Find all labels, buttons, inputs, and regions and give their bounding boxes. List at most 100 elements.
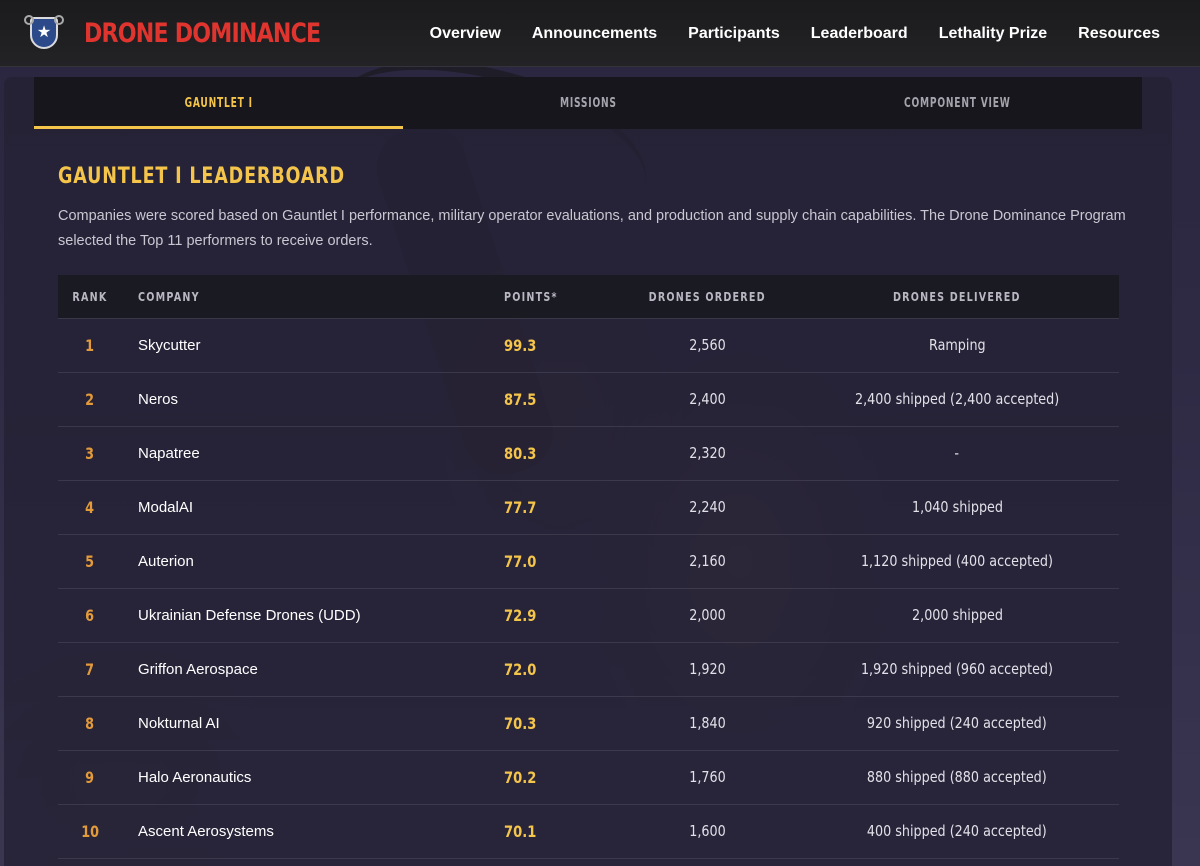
drones-ordered-cell: 2,560 xyxy=(620,336,795,355)
drones-delivered-value: 880 shipped (880 accepted) xyxy=(867,768,1047,786)
column-header-drones-delivered[interactable]: DRONES DELIVERED xyxy=(795,290,1119,304)
propeller-icon xyxy=(54,15,64,25)
logo[interactable]: ★ xyxy=(24,13,64,53)
drones-delivered-cell: 2,400 shipped (2,400 accepted) xyxy=(795,390,1119,409)
drones-ordered-cell: 1,920 xyxy=(620,660,795,679)
rank-value: 3 xyxy=(85,443,95,463)
points-value: 87.5 xyxy=(504,389,537,409)
company-cell: Napatree xyxy=(122,445,490,463)
company-name: Halo Aeronautics xyxy=(138,768,252,786)
points-value: 72.0 xyxy=(504,659,537,679)
drones-ordered-cell: 2,400 xyxy=(620,390,795,409)
drones-delivered-value: Ramping xyxy=(928,336,986,354)
drones-delivered-value: 1,040 shipped xyxy=(911,498,1003,516)
nav-leaderboard[interactable]: Leaderboard xyxy=(811,25,908,43)
nav-overview[interactable]: Overview xyxy=(430,25,501,43)
table-row[interactable]: 5 Auterion 77.0 2,160 1,120 shipped (400 acc… xyxy=(58,535,1119,589)
drones-delivered-cell: 880 shipped (880 accepted) xyxy=(795,768,1119,787)
drones-ordered-cell: 2,240 xyxy=(620,498,795,517)
rank-cell: 3 xyxy=(58,444,122,464)
company-cell: Neros xyxy=(122,391,490,409)
column-header-drones-ordered[interactable]: DRONES ORDERED xyxy=(620,290,795,304)
page-title: GAUNTLET I LEADERBOARD xyxy=(58,164,345,189)
points-value: 99.3 xyxy=(504,335,537,355)
table-row[interactable]: 6 Ukrainian Defense Drones (UDD) 72.9 2,000… xyxy=(58,589,1119,643)
drones-ordered-value: 1,760 xyxy=(689,768,726,786)
drones-ordered-value: 2,400 xyxy=(689,390,726,408)
tab-missions[interactable]: MISSIONS xyxy=(403,77,772,129)
tab-gauntlet-i[interactable]: GAUNTLET I xyxy=(34,77,404,129)
rank-cell: 4 xyxy=(58,498,122,518)
rank-value: 5 xyxy=(85,551,95,571)
points-cell: 80.3 xyxy=(490,444,620,464)
drones-ordered-cell: 1,760 xyxy=(620,768,795,787)
nav-participants[interactable]: Participants xyxy=(688,25,780,43)
company-name: Griffon Aerospace xyxy=(138,660,258,678)
table-row[interactable]: 8 Nokturnal AI 70.3 1,840 920 shipped (240 a… xyxy=(58,697,1119,751)
company-name: Neros xyxy=(138,390,179,408)
drones-delivered-value: 2,400 shipped (2,400 accepted) xyxy=(854,390,1060,408)
drones-delivered-cell: 1,040 shipped xyxy=(795,498,1119,517)
table-row[interactable]: 9 Halo Aeronautics 70.2 1,760 880 shipped (8… xyxy=(58,751,1119,805)
drones-delivered-value: 400 shipped (240 accepted) xyxy=(867,822,1047,840)
table-row[interactable]: 2 Neros 87.5 2,400 2,400 shipped (2,400 acce… xyxy=(58,373,1119,427)
points-cell: 70.3 xyxy=(490,714,620,734)
rank-value: 7 xyxy=(85,659,95,679)
drones-ordered-cell: 2,320 xyxy=(620,444,795,463)
rank-value: 6 xyxy=(85,605,95,625)
rank-cell: 5 xyxy=(58,552,122,572)
drones-ordered-cell: 1,600 xyxy=(620,822,795,841)
drones-ordered-value: 2,000 xyxy=(689,606,726,624)
nav-announcements[interactable]: Announcements xyxy=(532,25,657,43)
propeller-icon xyxy=(24,15,34,25)
points-value: 70.2 xyxy=(504,767,537,787)
column-header-company[interactable]: COMPANY xyxy=(122,290,490,304)
rank-cell: 9 xyxy=(58,768,122,788)
points-value: 77.0 xyxy=(504,551,537,571)
table-row[interactable]: 1 Skycutter 99.3 2,560 Ramping xyxy=(58,319,1119,373)
nav-resources[interactable]: Resources xyxy=(1078,25,1160,43)
drones-delivered-cell: 400 shipped (240 accepted) xyxy=(795,822,1119,841)
drones-delivered-value: - xyxy=(954,444,960,462)
brand-name[interactable]: DRONE DOMINANCE xyxy=(84,18,321,49)
rank-value: 8 xyxy=(85,713,95,733)
rank-value: 2 xyxy=(85,389,95,409)
company-cell: ModalAI xyxy=(122,499,490,517)
rank-value: 9 xyxy=(85,767,95,787)
company-name: Napatree xyxy=(138,444,200,462)
company-name: ModalAI xyxy=(138,498,194,516)
table-body: 1 Skycutter 99.3 2,560 Ramping 2 Neros 87.5 2,40… xyxy=(58,319,1119,859)
rank-cell: 10 xyxy=(58,822,122,842)
tab-component-view[interactable]: COMPONENT VIEW xyxy=(773,77,1142,129)
points-cell: 77.0 xyxy=(490,552,620,572)
company-name: Nokturnal AI xyxy=(138,714,220,732)
company-name: Ascent Aerosystems xyxy=(138,822,274,840)
column-header-points[interactable]: POINTS* xyxy=(490,290,620,304)
table-row[interactable]: 10 Ascent Aerosystems 70.1 1,600 400 shipped… xyxy=(58,805,1119,859)
drones-ordered-value: 1,600 xyxy=(689,822,726,840)
drones-ordered-value: 2,160 xyxy=(689,552,726,570)
table-row[interactable]: 7 Griffon Aerospace 72.0 1,920 1,920 shipped… xyxy=(58,643,1119,697)
company-name: Auterion xyxy=(138,552,194,570)
rank-cell: 1 xyxy=(58,336,122,356)
rank-cell: 7 xyxy=(58,660,122,680)
points-cell: 72.0 xyxy=(490,660,620,680)
company-cell: Skycutter xyxy=(122,337,490,355)
column-header-rank[interactable]: RANK xyxy=(58,290,122,304)
table-row[interactable]: 4 ModalAI 77.7 2,240 1,040 shipped xyxy=(58,481,1119,535)
drones-delivered-value: 2,000 shipped xyxy=(911,606,1003,624)
table-row[interactable]: 3 Napatree 80.3 2,320 - xyxy=(58,427,1119,481)
drones-ordered-cell: 2,160 xyxy=(620,552,795,571)
drones-ordered-value: 2,320 xyxy=(689,444,726,462)
rank-cell: 6 xyxy=(58,606,122,626)
points-value: 77.7 xyxy=(504,497,537,517)
points-cell: 70.1 xyxy=(490,822,620,842)
nav-lethality-prize[interactable]: Lethality Prize xyxy=(939,25,1047,43)
company-cell: Nokturnal AI xyxy=(122,715,490,733)
site-header: ★ DRONE DOMINANCE Overview Announcements… xyxy=(0,0,1200,67)
points-cell: 70.2 xyxy=(490,768,620,788)
leaderboard-table: RANK COMPANY POINTS* DRONES ORDERED DRON… xyxy=(58,275,1119,859)
rank-cell: 8 xyxy=(58,714,122,734)
drones-delivered-cell: 2,000 shipped xyxy=(795,606,1119,625)
points-cell: 87.5 xyxy=(490,390,620,410)
